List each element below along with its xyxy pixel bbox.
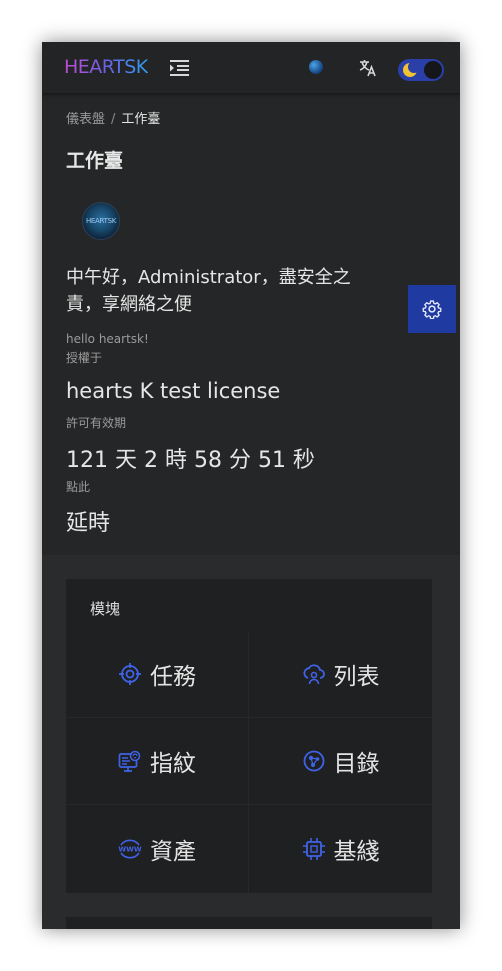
avatar: HEARTSK: [82, 202, 120, 240]
module-label: 資產: [150, 839, 196, 865]
license-countdown: 121 天 2 時 58 分 51 秒: [66, 448, 315, 473]
cloud-user-icon: [302, 664, 325, 685]
module-task[interactable]: 任務: [66, 631, 249, 718]
module-label: 任務: [150, 664, 196, 690]
breadcrumb-separator: /: [111, 112, 116, 127]
breadcrumb-item-workspace: 工作臺: [121, 112, 161, 127]
license-name: hearts K test license: [66, 379, 281, 403]
breadcrumb-item-dashboard[interactable]: 儀表盤: [66, 112, 105, 127]
module-label: 基綫: [333, 839, 380, 865]
fingerprint-screen-icon: [118, 750, 141, 772]
modules-title: 模塊: [90, 600, 121, 618]
workspace-panel: 儀表盤 / 工作臺 工作臺 HEARTSK 中午好，Administrator，盡安…: [42, 93, 460, 555]
toggle-knob: [424, 61, 442, 79]
top-header: HEARTSK: [42, 42, 460, 93]
target-icon: [119, 663, 141, 685]
module-list[interactable]: 列表: [249, 631, 432, 718]
hello-text: hello heartsk!: [66, 332, 149, 346]
modules-card: 模塊 任務 列表 指紋 目錄 WWW 資產 基綫: [66, 579, 432, 893]
module-baseline[interactable]: 基綫: [249, 805, 432, 893]
moon-icon: [403, 61, 420, 77]
globe-network-icon: [303, 750, 324, 772]
click-here-label: 點此: [66, 480, 91, 494]
next-card: [66, 917, 432, 929]
granted-label: 授權于: [66, 351, 103, 365]
svg-text:WWW: WWW: [118, 846, 141, 854]
brand-logo[interactable]: HEARTSK: [64, 56, 148, 78]
validity-label: 許可有效期: [66, 416, 127, 430]
gear-icon: [422, 300, 442, 319]
translate-icon[interactable]: [359, 59, 377, 77]
module-assets[interactable]: WWW 資產: [66, 805, 249, 893]
modules-grid: 任務 列表 指紋 目錄 WWW 資產 基綫: [66, 631, 432, 893]
greeting-text: 中午好，Administrator，盡安全之責，享網絡之便: [66, 267, 351, 315]
settings-button[interactable]: [408, 285, 456, 333]
page-title: 工作臺: [66, 150, 124, 172]
module-fingerprint[interactable]: 指紋: [66, 718, 249, 805]
avatar-text: HEARTSK: [85, 217, 117, 225]
app-window: HEARTSK 儀表盤 / 工作臺 工作臺 HEARTSK 中午好，Administ…: [42, 42, 460, 929]
www-icon: WWW: [118, 839, 142, 859]
breadcrumb: 儀表盤 / 工作臺: [66, 108, 160, 127]
extend-license-link[interactable]: 延時: [66, 505, 110, 537]
menu-fold-icon[interactable]: [170, 59, 190, 77]
module-label: 指紋: [150, 751, 196, 777]
theme-toggle[interactable]: [398, 59, 444, 81]
chip-icon: [302, 838, 325, 860]
globe-icon[interactable]: [309, 60, 323, 74]
module-label: 目錄: [333, 751, 380, 777]
module-directory[interactable]: 目錄: [249, 718, 432, 805]
module-label: 列表: [333, 664, 380, 690]
